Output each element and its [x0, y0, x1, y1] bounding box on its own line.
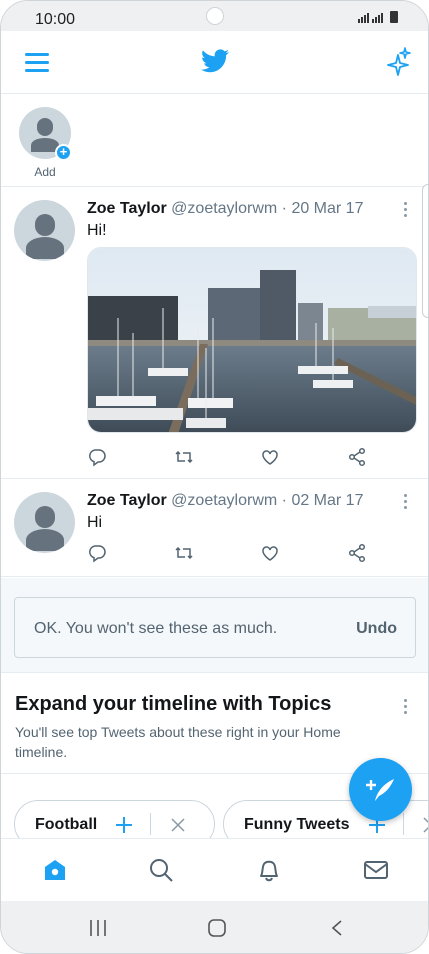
avatar[interactable] — [14, 492, 75, 553]
meta-separator: · — [277, 200, 292, 217]
retweet-icon[interactable] — [174, 543, 194, 563]
tweet-date: 02 Mar 17 — [291, 492, 364, 509]
compose-tweet-button[interactable] — [349, 758, 412, 821]
home-icon[interactable] — [42, 857, 68, 883]
battery-icon — [390, 11, 398, 23]
topic-chip-label: Football — [35, 816, 98, 833]
tweet[interactable]: Zoe Taylor @zoetaylorwm · 20 Mar 17 Hi! — [1, 187, 428, 479]
author-handle: @zoetaylorwm — [171, 200, 278, 217]
notice-message: OK. You won't see these as much. — [34, 620, 278, 637]
system-status-icons — [358, 11, 398, 23]
author-name[interactable]: Zoe Taylor — [87, 200, 167, 217]
tweet-actions — [87, 447, 367, 469]
plus-icon: + — [55, 144, 72, 161]
reply-icon[interactable] — [87, 447, 107, 467]
follow-topic-plus-icon[interactable] — [114, 815, 134, 835]
topics-title: Expand your timeline with Topics — [15, 693, 332, 715]
undo-button[interactable]: Undo — [356, 620, 397, 638]
phone-screen: 10:00 + Add Zoe Taylor @zoetaylorwm · 20… — [0, 0, 429, 954]
notifications-icon[interactable] — [256, 857, 282, 883]
share-icon[interactable] — [347, 447, 367, 467]
signal-icon — [358, 13, 369, 23]
divider — [150, 813, 151, 835]
tweet-photo[interactable] — [87, 247, 417, 433]
signal-icon — [372, 13, 383, 23]
like-icon[interactable] — [260, 447, 280, 467]
back-icon[interactable] — [330, 919, 344, 937]
recents-icon[interactable] — [88, 919, 108, 937]
system-navigation-bar — [1, 901, 428, 953]
messages-icon[interactable] — [363, 857, 389, 883]
status-bar: 10:00 — [1, 1, 428, 31]
tweet-header: Zoe Taylor @zoetaylorwm · 20 Mar 17 — [87, 200, 363, 218]
retweet-icon[interactable] — [174, 447, 194, 467]
dismiss-topic-icon[interactable] — [170, 817, 186, 833]
home-button-icon[interactable] — [207, 919, 227, 937]
menu-icon[interactable] — [25, 53, 49, 73]
tweet-text: Hi! — [87, 222, 107, 239]
tweet-date: 20 Mar 17 — [291, 200, 364, 217]
harbor-photo — [88, 248, 416, 432]
fleets-bar: + Add — [1, 94, 428, 187]
topic-chip-label: Funny Tweets — [244, 816, 350, 833]
avatar[interactable] — [14, 200, 75, 261]
author-handle: @zoetaylorwm — [171, 492, 278, 509]
camera-cutout — [206, 7, 224, 25]
more-options-icon[interactable] — [404, 494, 408, 512]
divider — [1, 672, 428, 673]
tweet-text: Hi — [87, 514, 103, 531]
chevron-right-icon[interactable] — [421, 816, 429, 834]
more-options-icon[interactable] — [404, 699, 408, 717]
compose-tweet-icon — [366, 779, 394, 801]
tweet-actions — [87, 543, 367, 565]
twitter-logo-icon[interactable] — [201, 49, 229, 73]
top-app-bar — [1, 31, 428, 94]
see-less-notice: OK. You won't see these as much. Undo — [14, 597, 416, 658]
search-icon[interactable] — [148, 857, 174, 883]
like-icon[interactable] — [260, 543, 280, 563]
bottom-tab-bar — [1, 838, 428, 901]
tweet[interactable]: Zoe Taylor @zoetaylorwm · 02 Mar 17 Hi — [1, 479, 428, 577]
reply-icon[interactable] — [87, 543, 107, 563]
add-fleet-label: Add — [34, 165, 56, 179]
share-icon[interactable] — [347, 543, 367, 563]
more-options-icon[interactable] — [404, 202, 408, 220]
meta-separator: · — [277, 492, 292, 509]
tweet-header: Zoe Taylor @zoetaylorwm · 02 Mar 17 — [87, 492, 363, 510]
sparkle-icon[interactable] — [384, 47, 412, 77]
divider — [403, 813, 404, 835]
add-fleet-button[interactable]: + Add — [19, 107, 72, 179]
topics-subtitle: You'll see top Tweets about these right … — [15, 724, 341, 760]
status-time: 10:00 — [35, 11, 76, 28]
author-name[interactable]: Zoe Taylor — [87, 492, 167, 509]
